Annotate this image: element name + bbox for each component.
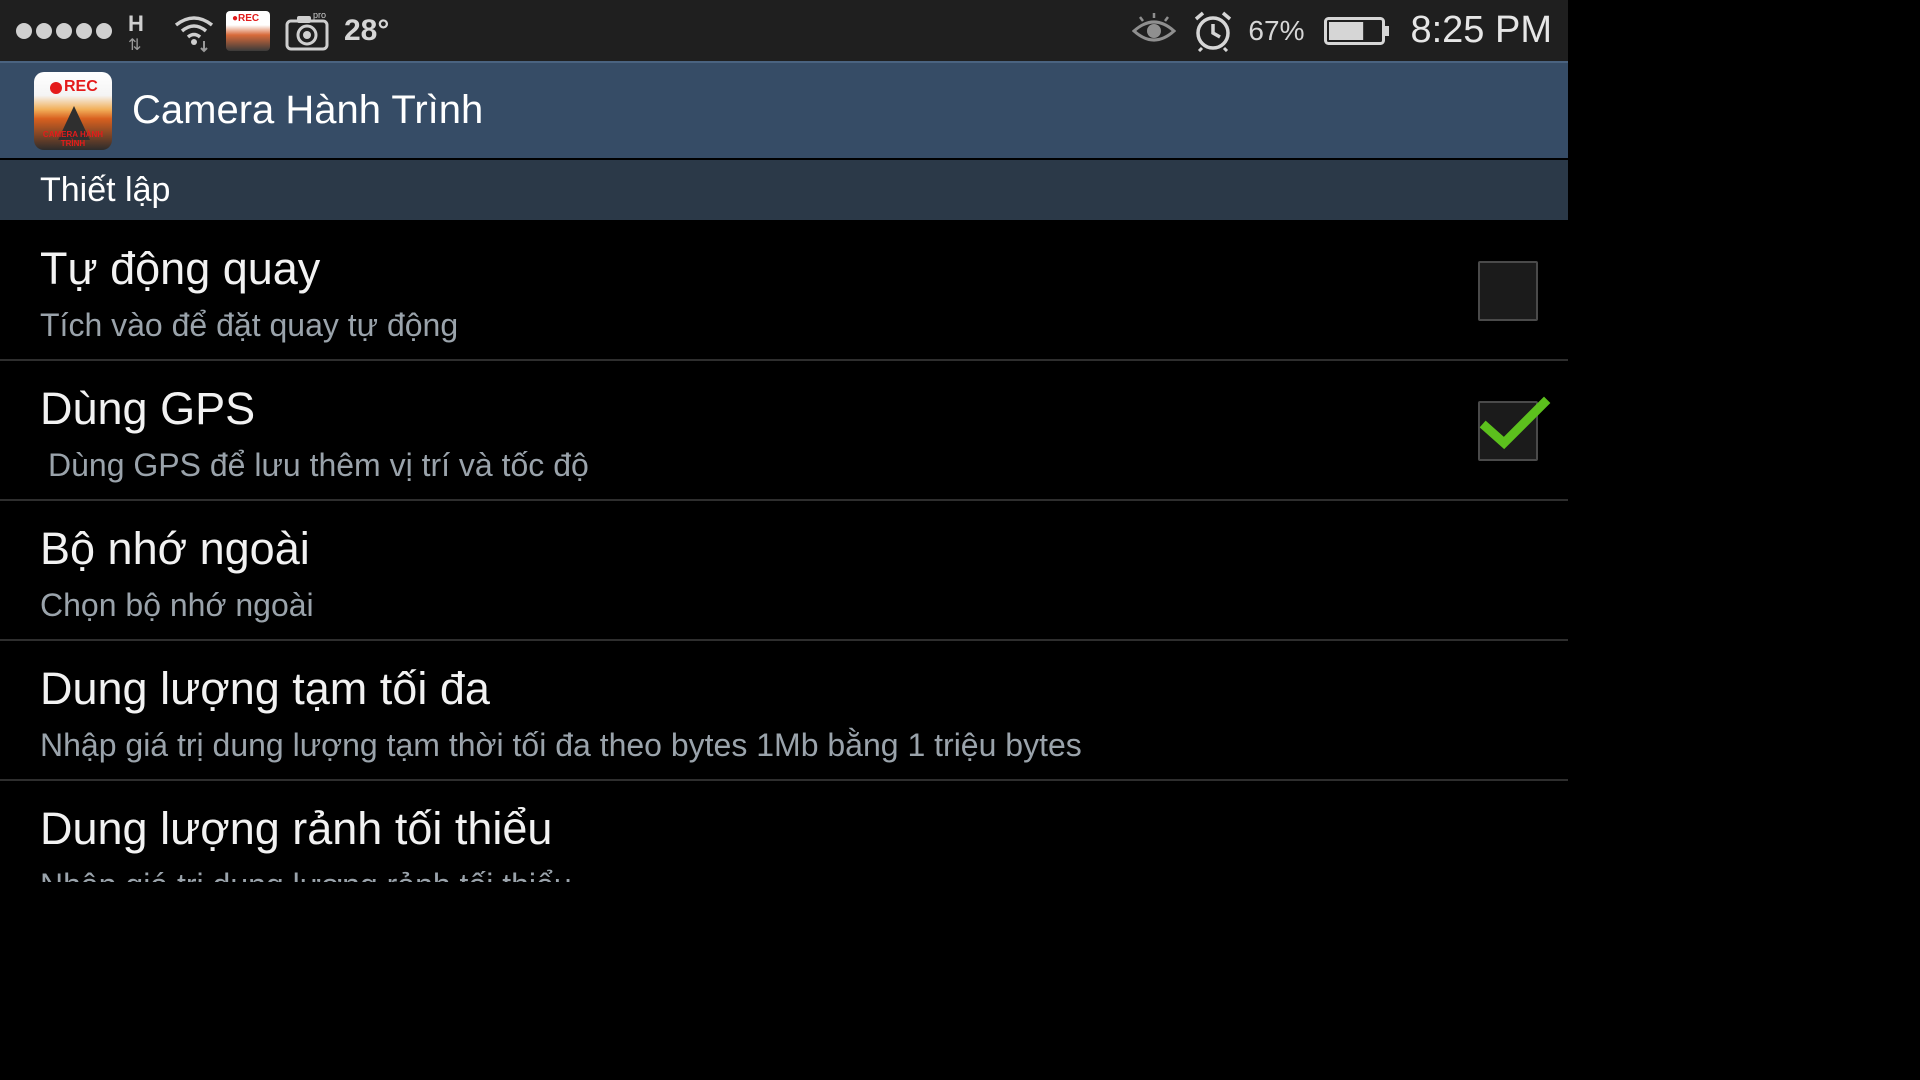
app-title: Camera Hành Trình bbox=[132, 88, 484, 132]
preference-list: Tự động quay Tích vào để đặt quay tự độn… bbox=[0, 221, 1568, 882]
screen: H ⇅ ●REC pro 28° 67% 8:25 PM REC CAMERA … bbox=[0, 0, 1568, 882]
pref-summary: Nhập giá trị dung lượng rảnh tối thiểu bbox=[40, 867, 572, 882]
pref-title: Dung lượng tạm tối đa bbox=[40, 663, 490, 714]
pref-summary: Nhập giá trị dung lượng tạm thời tối đa … bbox=[40, 727, 1082, 763]
svg-text:pro: pro bbox=[313, 10, 326, 20]
pref-item-external-storage[interactable]: Bộ nhớ ngoài Chọn bộ nhớ ngoài bbox=[0, 501, 1568, 641]
status-bar: H ⇅ ●REC pro 28° 67% 8:25 PM bbox=[0, 0, 1568, 61]
clock-label: 8:25 PM bbox=[1410, 9, 1552, 51]
signal-strength-icon bbox=[16, 22, 112, 39]
battery-icon bbox=[1324, 16, 1390, 45]
checkmark-icon bbox=[1479, 396, 1551, 450]
pref-summary: Chọn bộ nhớ ngoài bbox=[40, 587, 314, 623]
auto-record-checkbox[interactable] bbox=[1478, 261, 1538, 321]
pref-item-max-temp-storage[interactable]: Dung lượng tạm tối đa Nhập giá trị dung … bbox=[0, 641, 1568, 781]
app-bar: REC CAMERA HÀNH TRÌNH Camera Hành Trình bbox=[0, 61, 1568, 158]
section-header-label: Thiết lập bbox=[40, 170, 171, 209]
app-logo[interactable]: REC CAMERA HÀNH TRÌNH bbox=[34, 71, 112, 150]
status-bar-right: 67% 8:25 PM bbox=[1132, 9, 1568, 52]
pref-item-use-gps[interactable]: Dùng GPS Dùng GPS để lưu thêm vị trí và … bbox=[0, 361, 1568, 501]
smart-stay-eye-icon bbox=[1132, 12, 1177, 41]
pref-item-min-free-storage[interactable]: Dung lượng rảnh tối thiểu Nhập giá trị d… bbox=[0, 781, 1568, 882]
rec-dot-icon bbox=[50, 81, 62, 94]
rec-app-notification-icon: ●REC bbox=[226, 10, 270, 51]
use-gps-checkbox[interactable] bbox=[1478, 396, 1551, 461]
battery-percent-label: 67% bbox=[1248, 14, 1305, 46]
pref-summary: Dùng GPS để lưu thêm vị trí và tốc độ bbox=[48, 447, 589, 483]
alarm-clock-icon bbox=[1195, 11, 1232, 52]
section-header: Thiết lập bbox=[0, 160, 1568, 220]
pref-item-auto-record[interactable]: Tự động quay Tích vào để đặt quay tự độn… bbox=[0, 221, 1568, 361]
status-bar-left: H ⇅ ●REC pro 28° bbox=[0, 9, 390, 54]
camera-pro-icon: pro bbox=[285, 10, 329, 50]
pref-title: Tự động quay bbox=[40, 243, 321, 294]
network-type-icon: H ⇅ bbox=[128, 10, 144, 54]
pref-summary: Tích vào để đặt quay tự động bbox=[40, 307, 459, 343]
wifi-icon bbox=[174, 15, 214, 52]
pref-title: Bộ nhớ ngoài bbox=[40, 523, 310, 574]
logo-rec-text: REC bbox=[64, 77, 98, 95]
temperature-label: 28° bbox=[344, 13, 390, 47]
pref-title: Dung lượng rảnh tối thiểu bbox=[40, 803, 553, 854]
network-type-label: H bbox=[128, 10, 144, 36]
logo-caption: CAMERA HÀNH TRÌNH bbox=[42, 129, 104, 148]
pref-title: Dùng GPS bbox=[40, 383, 256, 434]
